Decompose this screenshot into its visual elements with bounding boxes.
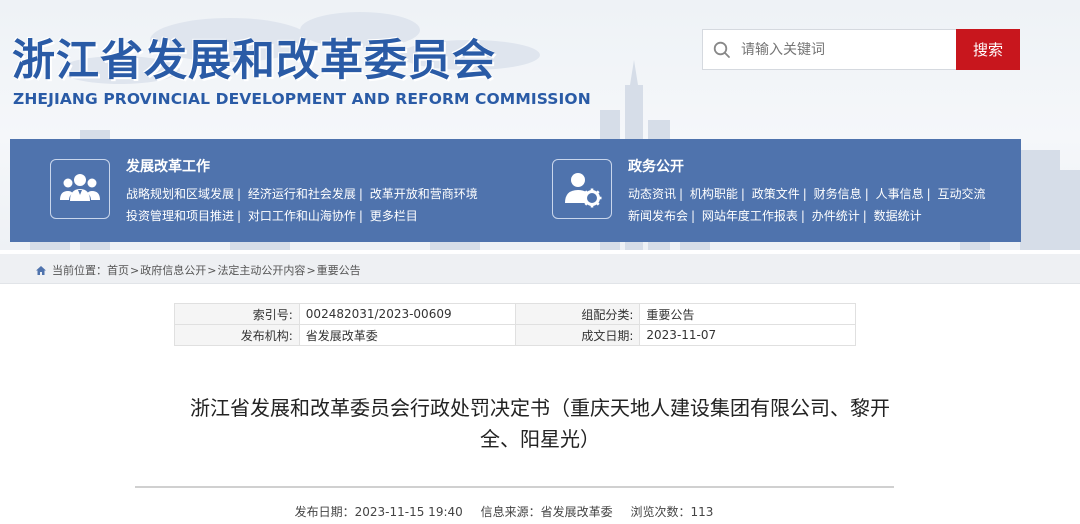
- breadcrumb-item[interactable]: 首页: [107, 262, 129, 278]
- info-source-label: 信息来源：: [480, 505, 541, 519]
- nav-link[interactable]: 改革开放和营商环境: [370, 187, 478, 201]
- breadcrumb: 当前位置： 首页 > 政府信息公开 > 法定主动公开内容 > 重要公告: [35, 262, 361, 278]
- category-value: 重要公告: [639, 303, 856, 325]
- home-icon: [35, 265, 47, 276]
- view-count: 浏览次数：113: [630, 505, 713, 519]
- nav-link[interactable]: 互动交流: [937, 187, 985, 201]
- nav-link[interactable]: 办件统计: [812, 209, 860, 223]
- publish-date-label: 发布日期：: [294, 505, 355, 519]
- view-count-value: 113: [690, 505, 714, 519]
- publish-date: 发布日期：2023-11-15 19:40: [295, 505, 463, 519]
- nav-development-reform: 发展改革工作 战略规划和区域发展 | 经济运行和社会发展 | 改革开放和营商环境 投…: [10, 139, 510, 242]
- date-label: 成文日期:: [514, 324, 641, 346]
- nav-section-title[interactable]: 发展改革工作: [126, 156, 210, 176]
- search-input[interactable]: [741, 41, 941, 58]
- category-label: 组配分类:: [514, 303, 641, 325]
- nav-link[interactable]: 网站年度工作报表: [702, 209, 798, 223]
- nav-government-affairs: 政务公开 动态资讯 | 机构职能 | 政策文件 | 财务信息 | 人事信息 | 互动交流 …: [512, 139, 1021, 242]
- nav-links: 动态资讯 | 机构职能 | 政策文件 | 财务信息 | 人事信息 | 互动交流 新闻发布会…: [628, 187, 986, 223]
- table-row: 发布机构: 省发展改革委 成文日期: 2023-11-07: [174, 324, 856, 346]
- nav-link[interactable]: 人事信息: [876, 187, 924, 201]
- table-row: 索引号: 002482031/2023-00609 组配分类: 重要公告: [174, 303, 856, 325]
- main-nav-panel: 发展改革工作 战略规划和区域发展 | 经济运行和社会发展 | 改革开放和营商环境 投…: [10, 139, 1021, 242]
- search-box: [702, 29, 956, 70]
- document-info-table: 索引号: 002482031/2023-00609 组配分类: 重要公告 发布机…: [174, 303, 856, 346]
- nav-link[interactable]: 政策文件: [752, 187, 800, 201]
- divider: [135, 486, 894, 488]
- info-source: 信息来源：省发展改革委: [481, 505, 613, 519]
- nav-links: 战略规划和区域发展 | 经济运行和社会发展 | 改革开放和营商环境 投资管理和项目推…: [126, 187, 478, 223]
- user-settings-icon: [552, 159, 612, 219]
- document-title: 浙江省发展和改革委员会行政处罚决定书（重庆天地人建设集团有限公司、黎开 全、阳星…: [140, 393, 940, 455]
- search-icon: [703, 41, 741, 59]
- nav-link[interactable]: 财务信息: [814, 187, 862, 201]
- site-logo-chinese[interactable]: 浙江省发展和改革委员会: [12, 26, 496, 88]
- breadcrumb-item[interactable]: 政府信息公开: [140, 262, 206, 278]
- view-count-label: 浏览次数：: [630, 505, 691, 519]
- site-logo-english: ZHEJIANG PROVINCIAL DEVELOPMENT AND REFO…: [13, 90, 591, 108]
- search-button[interactable]: 搜索: [956, 29, 1020, 70]
- nav-link[interactable]: 战略规划和区域发展: [126, 187, 234, 201]
- breadcrumb-prefix: 当前位置：: [52, 264, 107, 277]
- breadcrumb-item[interactable]: 法定主动公开内容: [217, 262, 305, 278]
- site-header: 浙江省发展和改革委员会 ZHEJIANG PROVINCIAL DEVELOPM…: [0, 0, 1080, 250]
- nav-link[interactable]: 数据统计: [874, 209, 922, 223]
- nav-link[interactable]: 经济运行和社会发展: [248, 187, 356, 201]
- publish-date-value: 2023-11-15 19:40: [354, 505, 463, 519]
- people-group-icon: [50, 159, 110, 219]
- nav-link[interactable]: 投资管理和项目推进: [126, 209, 234, 223]
- index-label: 索引号:: [174, 303, 300, 325]
- index-value: 002482031/2023-00609: [298, 303, 516, 325]
- nav-link[interactable]: 新闻发布会: [628, 209, 688, 223]
- nav-link[interactable]: 更多栏目: [370, 209, 418, 223]
- publisher-value: 省发展改革委: [298, 324, 516, 346]
- nav-link[interactable]: 对口工作和山海协作: [248, 209, 356, 223]
- publisher-label: 发布机构:: [174, 324, 300, 346]
- document-title-line: 浙江省发展和改革委员会行政处罚决定书（重庆天地人建设集团有限公司、黎开: [190, 396, 890, 420]
- nav-link[interactable]: 机构职能: [690, 187, 738, 201]
- breadcrumb-item[interactable]: 重要公告: [317, 262, 361, 278]
- nav-link[interactable]: 动态资讯: [628, 187, 676, 201]
- date-value: 2023-11-07: [639, 324, 856, 346]
- info-source-value: 省发展改革委: [540, 505, 613, 519]
- document-meta: 发布日期：2023-11-15 19:40 信息来源：省发展改革委 浏览次数：1…: [0, 503, 1008, 520]
- breadcrumb-bar: 当前位置： 首页 > 政府信息公开 > 法定主动公开内容 > 重要公告: [0, 254, 1080, 284]
- document-title-line: 全、阳星光）: [480, 427, 600, 451]
- nav-section-title[interactable]: 政务公开: [628, 156, 684, 176]
